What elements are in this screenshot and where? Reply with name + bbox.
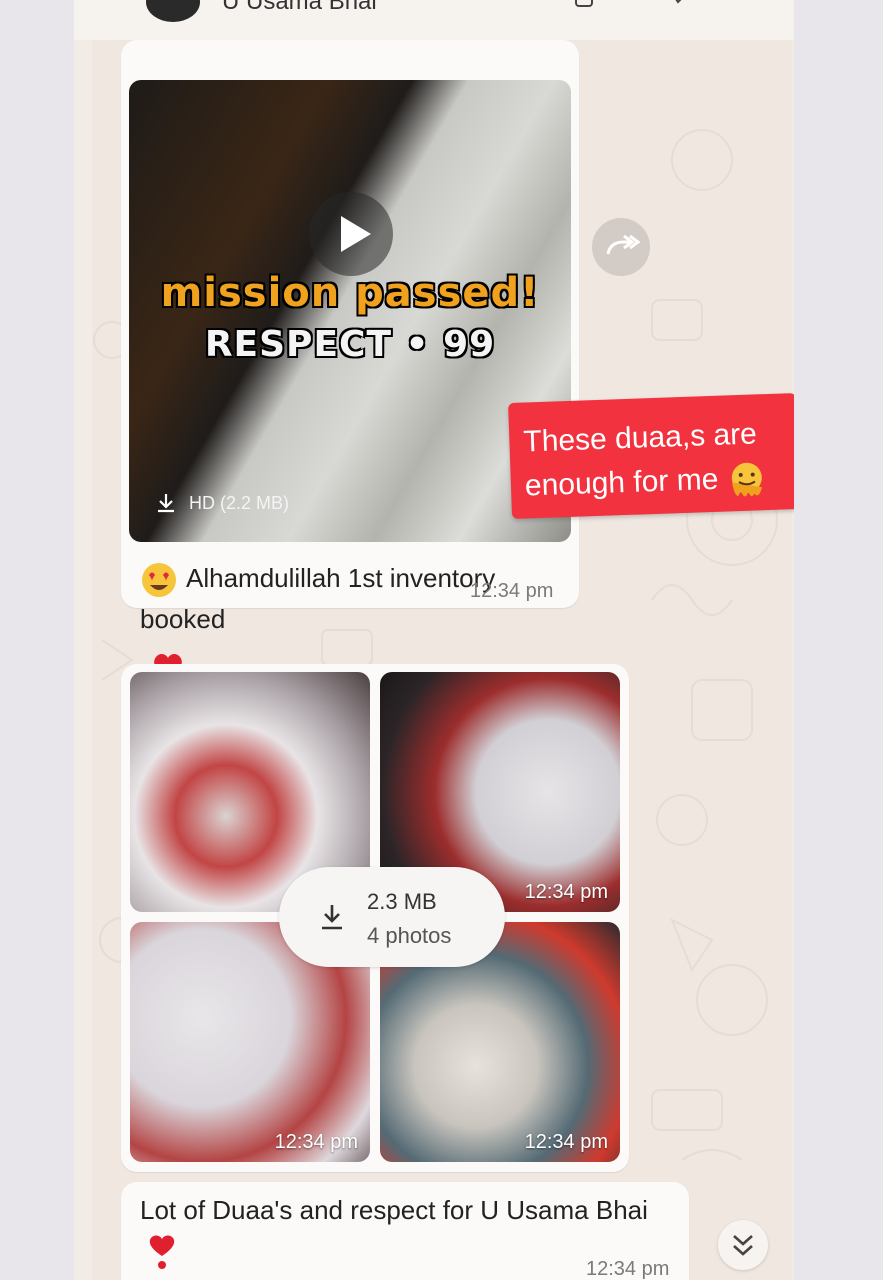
contact-avatar[interactable] [146,0,200,22]
sticker-caption: These duaa,s are enough for me [522,417,758,503]
hd-download-badge[interactable]: HD (2.2 MB) [155,492,289,514]
melting-face-emoji-icon [731,462,762,497]
sticker-text: These duaa,s are enough for me [523,411,788,508]
heart-exclamation-emoji-icon [149,1235,175,1270]
album-photo-count: 4 photos [367,923,452,948]
video-message-time: 12:34 pm [470,580,554,602]
download-icon [322,905,342,930]
chat-area[interactable]: mission passed! RESPECT • 99 HD (2.2 MB)… [92,40,794,1280]
call-icon[interactable] [666,0,692,10]
text-message-body: Lot of Duaa's and respect for U Usama Bh… [140,1195,648,1225]
forward-icon [606,234,641,255]
album-download-size: 2.3 MB [367,889,437,914]
video-overlay-subtitle: RESPECT • 99 [204,324,496,365]
heart-eyes-emoji-icon [142,563,176,598]
video-overlay-title: mission passed! [160,270,540,316]
hd-size-label: HD (2.2 MB) [189,492,290,513]
photo-time: 12:34 pm [274,1131,358,1153]
chat-header: U Usama Bhai [74,0,794,40]
video-call-icon[interactable] [574,0,600,10]
double-chevron-down-icon [733,1235,753,1256]
play-button[interactable] [309,192,393,276]
photo-time: 12:34 pm [524,881,608,903]
photo-time: 12:34 pm [524,1131,608,1153]
play-icon [341,216,371,252]
video-thumbnail[interactable]: mission passed! RESPECT • 99 HD (2.2 MB) [129,80,571,542]
download-icon [158,494,174,513]
forward-button[interactable] [592,218,650,276]
contact-name[interactable]: U Usama Bhai [222,0,377,16]
video-caption-text: Alhamdulillah 1st inventory booked [140,563,496,635]
album-download-button[interactable]: 2.3 MB 4 photos [279,867,505,967]
phone-screen: U Usama Bhai mission passed! RESPECT • 9… [74,0,794,1280]
more-options-icon[interactable] [746,0,756,10]
text-message-time: 12:34 pm [586,1258,670,1280]
text-sticker: These duaa,s are enough for me [508,393,794,519]
scroll-to-bottom-button[interactable] [718,1220,768,1270]
